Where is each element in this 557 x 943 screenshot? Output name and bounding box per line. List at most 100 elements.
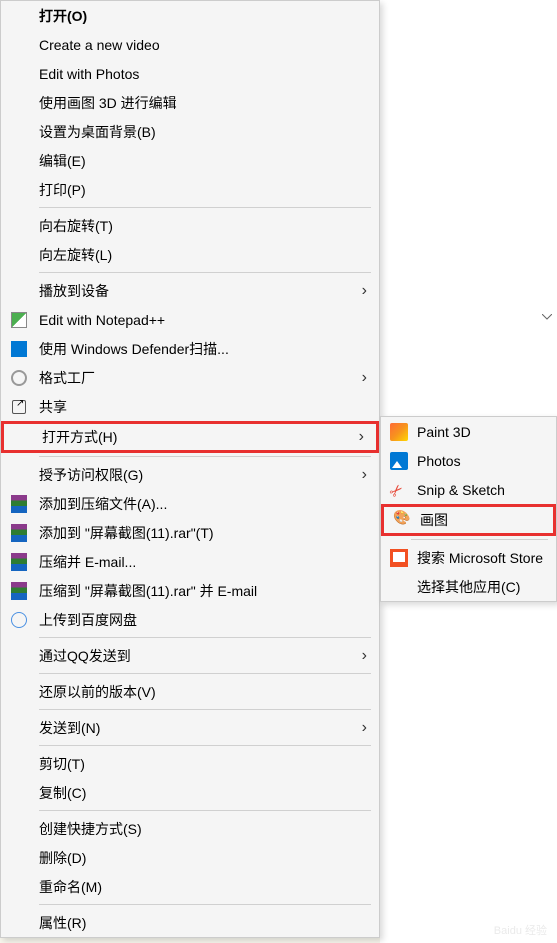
submenu-paint3d[interactable]: Paint 3D (381, 417, 556, 446)
rar-icon (9, 523, 29, 543)
blank-icon (9, 122, 29, 142)
blank-icon (9, 245, 29, 265)
blank-icon (9, 913, 29, 933)
rar-icon (9, 494, 29, 514)
blank-icon (9, 6, 29, 26)
menu-cut[interactable]: 剪切(T) (1, 749, 379, 778)
menu-separator (39, 904, 371, 905)
menu-restore-prev[interactable]: 还原以前的版本(V) (1, 677, 379, 706)
store-icon (389, 548, 409, 568)
paint-icon (392, 510, 412, 530)
menu-label: 添加到压缩文件(A)... (39, 494, 367, 514)
menu-create-shortcut[interactable]: 创建快捷方式(S) (1, 814, 379, 843)
blank-icon (9, 783, 29, 803)
gear-icon (9, 368, 29, 388)
menu-label: 使用画图 3D 进行编辑 (39, 93, 367, 113)
menu-send-qq[interactable]: 通过QQ发送到 › (1, 641, 379, 670)
menu-label: 添加到 "屏幕截图(11).rar"(T) (39, 523, 367, 543)
rar-icon (9, 552, 29, 572)
menu-open-with[interactable]: 打开方式(H) › (1, 421, 379, 453)
menu-label: 复制(C) (39, 783, 367, 803)
menu-label: 压缩到 "屏幕截图(11).rar" 并 E-mail (39, 581, 367, 601)
menu-add-to-archive[interactable]: 添加到压缩文件(A)... (1, 489, 379, 518)
menu-edit[interactable]: 编辑(E) (1, 146, 379, 175)
menu-paint3d-edit[interactable]: 使用画图 3D 进行编辑 (1, 88, 379, 117)
blank-icon (9, 216, 29, 236)
menu-properties[interactable]: 属性(R) (1, 908, 379, 937)
menu-add-to-rar[interactable]: 添加到 "屏幕截图(11).rar"(T) (1, 518, 379, 547)
dropdown-chevron[interactable] (537, 310, 557, 324)
menu-open[interactable]: 打开(O) (1, 1, 379, 30)
chevron-right-icon: › (357, 466, 367, 484)
menu-label: 向右旋转(T) (39, 216, 367, 236)
menu-label: 使用 Windows Defender扫描... (39, 339, 367, 359)
menu-share[interactable]: 共享 (1, 392, 379, 421)
blank-icon (389, 577, 409, 597)
snip-icon (389, 480, 409, 500)
blank-icon (9, 848, 29, 868)
chevron-right-icon: › (354, 428, 364, 446)
menu-separator (39, 272, 371, 273)
menu-separator (39, 810, 371, 811)
menu-separator (411, 539, 548, 540)
menu-defender-scan[interactable]: 使用 Windows Defender扫描... (1, 334, 379, 363)
menu-separator (39, 207, 371, 208)
blank-icon (9, 93, 29, 113)
menu-copy[interactable]: 复制(C) (1, 778, 379, 807)
menu-create-video[interactable]: Create a new video (1, 30, 379, 59)
menu-rotate-right[interactable]: 向右旋转(T) (1, 211, 379, 240)
submenu-choose-other[interactable]: 选择其他应用(C) (381, 572, 556, 601)
menu-rotate-left[interactable]: 向左旋转(L) (1, 240, 379, 269)
menu-label: Snip & Sketch (417, 482, 548, 498)
menu-notepad[interactable]: Edit with Notepad++ (1, 305, 379, 334)
menu-grant-access[interactable]: 授予访问权限(G) › (1, 460, 379, 489)
menu-delete[interactable]: 删除(D) (1, 843, 379, 872)
blank-icon (9, 646, 29, 666)
watermark: Baidu 经验 (494, 922, 547, 938)
menu-format-factory[interactable]: 格式工厂 › (1, 363, 379, 392)
menu-label: 设置为桌面背景(B) (39, 122, 367, 142)
menu-separator (39, 673, 371, 674)
menu-rename[interactable]: 重命名(M) (1, 872, 379, 901)
menu-label: 属性(R) (39, 913, 367, 933)
submenu-photos[interactable]: Photos (381, 446, 556, 475)
chevron-right-icon: › (357, 647, 367, 665)
menu-upload-baidu[interactable]: 上传到百度网盘 (1, 605, 379, 634)
blank-icon (9, 281, 29, 301)
menu-label: Edit with Notepad++ (39, 312, 367, 328)
menu-cast-device[interactable]: 播放到设备 › (1, 276, 379, 305)
submenu-snip-sketch[interactable]: Snip & Sketch (381, 475, 556, 504)
menu-send-to[interactable]: 发送到(N) › (1, 713, 379, 742)
paint3d-icon (389, 422, 409, 442)
baidu-icon (9, 610, 29, 630)
chevron-right-icon: › (357, 369, 367, 387)
menu-separator (39, 637, 371, 638)
menu-label: 搜索 Microsoft Store (417, 548, 548, 568)
share-icon (9, 397, 29, 417)
menu-label: 打开方式(H) (42, 427, 354, 447)
submenu-paint[interactable]: 画图 (381, 504, 556, 536)
menu-label: 打印(P) (39, 180, 367, 200)
blank-icon (9, 180, 29, 200)
menu-label: 授予访问权限(G) (39, 465, 357, 485)
menu-label: 上传到百度网盘 (39, 610, 367, 630)
photos-icon (389, 451, 409, 471)
blank-icon (12, 427, 32, 447)
menu-label: 创建快捷方式(S) (39, 819, 367, 839)
menu-edit-photos[interactable]: Edit with Photos (1, 59, 379, 88)
menu-label: Edit with Photos (39, 66, 367, 82)
menu-label: 画图 (420, 510, 545, 530)
menu-print[interactable]: 打印(P) (1, 175, 379, 204)
blank-icon (9, 465, 29, 485)
menu-compress-email[interactable]: 压缩并 E-mail... (1, 547, 379, 576)
menu-label: Create a new video (39, 37, 367, 53)
submenu-search-store[interactable]: 搜索 Microsoft Store (381, 543, 556, 572)
menu-set-desktop[interactable]: 设置为桌面背景(B) (1, 117, 379, 146)
menu-label: 格式工厂 (39, 368, 357, 388)
blank-icon (9, 754, 29, 774)
menu-label: 重命名(M) (39, 877, 367, 897)
menu-separator (39, 456, 371, 457)
blank-icon (9, 877, 29, 897)
menu-label: 选择其他应用(C) (417, 577, 548, 597)
menu-compress-rar-email[interactable]: 压缩到 "屏幕截图(11).rar" 并 E-mail (1, 576, 379, 605)
